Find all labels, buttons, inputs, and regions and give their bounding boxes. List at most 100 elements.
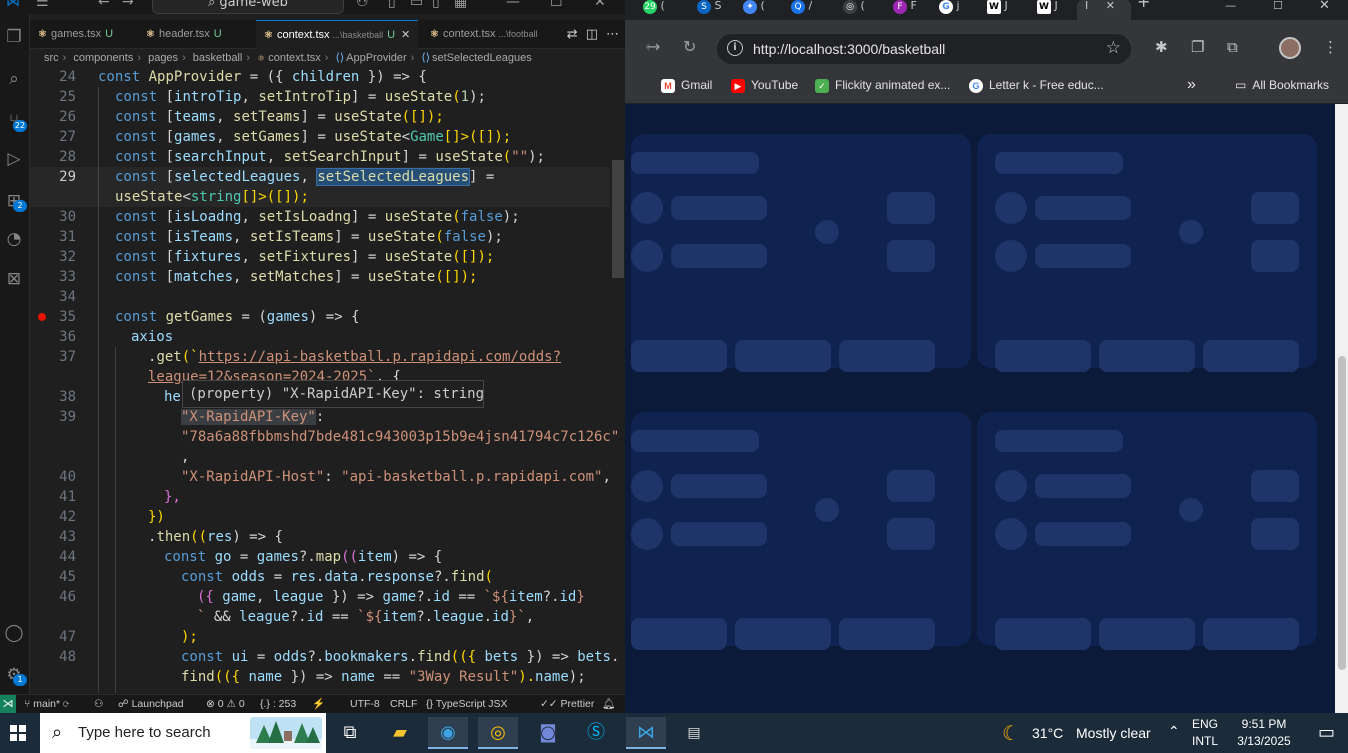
page-scrollbar-thumb[interactable] xyxy=(1338,356,1346,670)
browser-tab[interactable]: 29 ( xyxy=(643,0,665,16)
chevron-up-icon[interactable]: ⌃ xyxy=(1168,723,1180,740)
forward-arrow-icon[interactable]: → xyxy=(122,0,134,10)
language-status[interactable]: {} TypeScript JSX xyxy=(426,695,508,713)
crumb-src[interactable]: src xyxy=(44,52,59,64)
maximize-icon[interactable]: ☐ xyxy=(1273,0,1283,16)
taskbar-search-box[interactable]: ⌕ Type here to search xyxy=(40,713,326,753)
close-tab-icon[interactable]: ✕ xyxy=(401,29,410,41)
run-debug-icon[interactable]: ▷ xyxy=(3,148,25,170)
browser-tab-active[interactable]: I ✕ xyxy=(1077,0,1131,20)
bookmark-letter-k[interactable]: G Letter k - Free educ... xyxy=(969,76,1104,94)
split-editor-icon[interactable]: ◫ xyxy=(586,27,598,42)
problems-status[interactable]: ⊗ 0 ⚠ 0 xyxy=(206,695,245,713)
edge-icon[interactable]: ◉ xyxy=(428,717,468,749)
browser-tab[interactable]: W J xyxy=(987,0,1008,16)
copilot-status-icon[interactable]: ⚡ xyxy=(312,695,325,713)
bookmark-gmail[interactable]: M Gmail xyxy=(661,76,712,94)
crumb-pages[interactable]: pages xyxy=(148,52,178,64)
crumb-components[interactable]: components xyxy=(73,52,133,64)
tab-context-football[interactable]: ⚛ context.tsx ...\football xyxy=(422,20,554,49)
extensions-puzzle-icon[interactable]: ⧉ xyxy=(1227,38,1238,56)
browser-tab[interactable]: G j xyxy=(939,0,960,16)
more-menu-icon[interactable]: ⋮ xyxy=(1323,38,1338,56)
remote-explorer-icon[interactable]: ⊠ xyxy=(3,268,25,290)
browser-tab[interactable]: ✦ ( xyxy=(743,0,765,16)
layout-secondary-icon[interactable]: ▯ xyxy=(432,0,440,10)
weather-icon[interactable]: ☾ xyxy=(1002,721,1020,746)
input-language[interactable]: ENG xyxy=(1192,717,1218,731)
url-text[interactable]: http://localhost:3000/basketball xyxy=(753,34,945,64)
layout-sidebar-icon[interactable]: ▯ xyxy=(388,0,396,10)
crumb-setselectedleagues[interactable]: setSelectedLeagues xyxy=(432,52,532,64)
prettier-status[interactable]: ✓✓ Prettier xyxy=(540,695,594,713)
weather-text[interactable]: Mostly clear xyxy=(1076,725,1151,741)
browser-tab[interactable]: W J xyxy=(1037,0,1058,16)
tab-context-basketball[interactable]: ⚛ context.tsx ...\basketball U ✕ xyxy=(256,20,419,49)
crumb-basketball[interactable]: basketball xyxy=(193,52,243,64)
remote-icon[interactable]: ⋊ xyxy=(0,695,16,713)
chrome-icon[interactable]: ◎ xyxy=(478,717,518,749)
back-arrow-icon[interactable]: ← xyxy=(98,0,110,10)
customize-layout-icon[interactable]: ▦ xyxy=(454,0,467,10)
tab-search-icon[interactable]: ❐ xyxy=(1191,38,1204,56)
task-view-icon[interactable]: ⧉ xyxy=(330,717,370,749)
close-window-icon[interactable]: ✕ xyxy=(594,0,606,10)
bookmark-flickity[interactable]: ✓ Flickity animated ex... xyxy=(815,76,950,94)
branch-status[interactable]: ⑂ main* ⟳ xyxy=(24,695,69,713)
eol-status[interactable]: CRLF xyxy=(390,695,417,713)
menu-icon[interactable]: ☰ xyxy=(36,0,49,10)
notification-center-icon[interactable]: ▭ xyxy=(1318,722,1335,743)
live-share-icon[interactable]: ⚇ xyxy=(94,695,103,713)
maximize-icon[interactable]: ☐ xyxy=(550,0,563,10)
browser-tab[interactable]: Q / xyxy=(791,0,812,16)
extension-icon[interactable]: ✱ xyxy=(1155,38,1168,56)
browser-tab[interactable]: ◎ ( xyxy=(843,0,865,16)
tab-header[interactable]: ⚛ header.tsx U xyxy=(138,20,230,49)
new-tab-plus-icon[interactable]: + xyxy=(1137,0,1150,12)
crumb-appprovider[interactable]: AppProvider xyxy=(346,52,407,64)
launchpad-status[interactable]: ☍ Launchpad xyxy=(118,695,184,713)
minimize-icon[interactable]: — xyxy=(506,0,520,10)
error-icon: ⊗ xyxy=(206,698,215,710)
command-center-search[interactable]: ⌕ game-web xyxy=(152,0,344,14)
notifications-bell-icon[interactable]: 🔔︎ xyxy=(602,695,615,713)
editor-scrollbar[interactable] xyxy=(612,160,624,278)
windows-start-icon[interactable] xyxy=(10,725,26,741)
file-explorer-icon[interactable]: ▰ xyxy=(380,717,420,749)
bookmark-youtube[interactable]: ▶ YouTube xyxy=(731,76,798,94)
clock-time[interactable]: 9:51 PM xyxy=(1236,717,1292,731)
layout-panel-icon[interactable]: ▭ xyxy=(410,0,423,10)
bookmark-star-icon[interactable]: ☆ xyxy=(1106,38,1121,58)
weather-temp[interactable]: 31°C xyxy=(1032,725,1063,741)
all-bookmarks[interactable]: ▭ All Bookmarks xyxy=(1235,76,1329,94)
search-icon[interactable]: ⌕ xyxy=(3,68,25,90)
site-info-icon[interactable]: i xyxy=(727,40,743,56)
copilot-icon[interactable]: ⚇ xyxy=(356,0,369,10)
vscode-taskbar-icon[interactable]: ⋈ xyxy=(626,717,666,749)
compare-icon[interactable]: ⇄ xyxy=(567,27,578,42)
skype-icon[interactable]: Ⓢ xyxy=(576,717,616,749)
close-window-icon[interactable]: ✕ xyxy=(1319,0,1330,16)
page-scrollbar[interactable] xyxy=(1335,104,1348,713)
selection-status[interactable]: {.} : 253 xyxy=(260,695,296,713)
discord-icon[interactable]: ◙ xyxy=(528,717,568,749)
input-language-layout[interactable]: INTL xyxy=(1192,734,1218,748)
browser-tab[interactable]: S S xyxy=(697,0,721,16)
close-tab-icon[interactable]: ✕ xyxy=(1106,0,1115,12)
minimize-icon[interactable]: — xyxy=(1225,0,1236,16)
explorer-icon[interactable]: ❐ xyxy=(3,26,25,48)
more-actions-icon[interactable]: ⋯ xyxy=(606,27,619,42)
bookmarks-overflow[interactable]: » xyxy=(1187,76,1196,94)
encoding-status[interactable]: UTF-8 xyxy=(350,695,380,713)
profile-avatar[interactable] xyxy=(1279,37,1301,59)
forward-arrow-icon[interactable]: → xyxy=(647,37,660,56)
clock-date[interactable]: 3/13/2025 xyxy=(1226,734,1302,748)
browser-tab[interactable]: F F xyxy=(893,0,917,16)
terminal-icon[interactable]: ▤ xyxy=(674,717,714,749)
account-icon[interactable]: ◯ xyxy=(3,622,25,644)
tab-games[interactable]: ⚛ games.tsx U xyxy=(30,20,121,49)
reload-icon[interactable]: ↻ xyxy=(683,37,696,56)
git-graph-icon[interactable]: ◔ xyxy=(3,228,25,250)
crumb-file[interactable]: context.tsx xyxy=(268,52,321,64)
address-bar[interactable]: i http://localhost:3000/basketball ☆ xyxy=(717,34,1131,64)
